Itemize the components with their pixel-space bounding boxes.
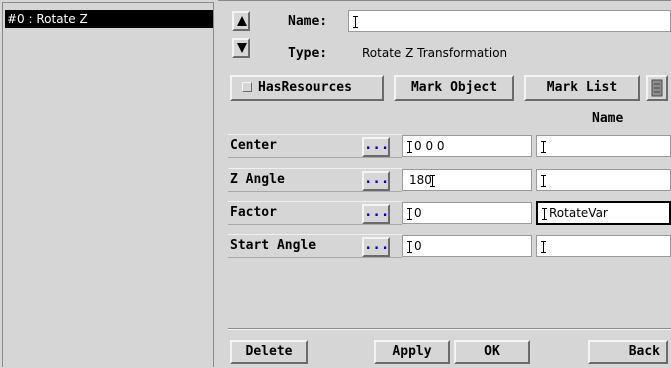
list-item[interactable]: #0 : Rotate Z: [5, 10, 213, 28]
center-value-field[interactable]: 0 0 0: [402, 135, 532, 157]
name-label: Name:: [288, 14, 328, 29]
extra-tool-button[interactable]: [646, 75, 668, 101]
has-resources-toggle[interactable]: HasResources: [230, 75, 384, 101]
move-down-button[interactable]: [232, 38, 250, 58]
center-name-field[interactable]: [536, 135, 671, 157]
start-angle-name-field[interactable]: [536, 235, 671, 257]
text-caret: [407, 140, 413, 153]
z-angle-value-field[interactable]: 180: [402, 169, 532, 191]
apply-button[interactable]: Apply: [374, 340, 450, 364]
arrow-up-icon: [237, 16, 247, 26]
name-field[interactable]: [348, 10, 671, 32]
z-angle-name-field[interactable]: [536, 169, 671, 191]
start-angle-browse-button[interactable]: ...: [362, 237, 390, 257]
text-caret: [541, 174, 547, 187]
z-angle-browse-button[interactable]: ...: [362, 171, 390, 191]
start-angle-value-field[interactable]: 0: [402, 235, 532, 257]
factor-browse-button[interactable]: ...: [362, 204, 390, 224]
text-caret: [542, 207, 548, 220]
mark-object-button[interactable]: Mark Object: [394, 75, 514, 101]
text-caret: [429, 174, 436, 187]
top-divider: [218, 0, 671, 1]
type-label: Type:: [288, 46, 328, 61]
type-value: Rotate Z Transformation: [362, 46, 508, 60]
object-list-panel[interactable]: #0 : Rotate Z: [2, 2, 214, 367]
center-browse-button[interactable]: ...: [362, 137, 390, 157]
checkbox-icon: [242, 81, 252, 92]
text-caret: [407, 207, 413, 220]
mark-list-button[interactable]: Mark List: [524, 75, 640, 101]
arrow-down-icon: [237, 43, 247, 53]
back-button[interactable]: Back: [588, 340, 668, 364]
move-up-button[interactable]: [232, 11, 250, 31]
factor-name-field[interactable]: RotateVar: [536, 201, 671, 225]
name-column-header: Name: [592, 111, 624, 126]
text-caret: [541, 240, 547, 253]
delete-button[interactable]: Delete: [230, 340, 308, 364]
text-caret: [541, 140, 547, 153]
ok-button[interactable]: OK: [454, 340, 530, 364]
footer-separator-highlight: [228, 329, 671, 330]
properties-panel: Name: Type: Rotate Z Transformation HasR…: [218, 0, 671, 368]
factor-value-field[interactable]: 0: [402, 202, 532, 224]
list-icon: [651, 79, 663, 97]
has-resources-label: HasResources: [258, 80, 352, 95]
text-caret: [407, 240, 413, 253]
text-caret: [353, 15, 359, 28]
